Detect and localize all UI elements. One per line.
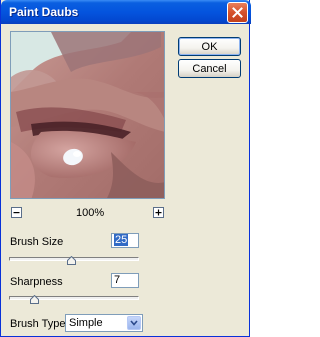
sharpness-input[interactable]: 7 xyxy=(111,273,139,288)
brush-size-slider-thumb[interactable] xyxy=(67,256,77,265)
brush-type-select[interactable]: Simple xyxy=(65,314,143,332)
brush-type-value: Simple xyxy=(69,317,103,329)
brush-size-value: 25 xyxy=(114,234,129,246)
zoom-level: 100% xyxy=(76,207,105,219)
cancel-label: Cancel xyxy=(192,62,227,75)
brush-size-label: Brush Size xyxy=(10,236,64,248)
chevron-down-icon xyxy=(130,320,138,326)
brush-size-input[interactable]: 25 xyxy=(111,233,139,248)
sharpness-value: 7 xyxy=(114,274,121,286)
zoom-out-button[interactable] xyxy=(11,207,22,218)
sharpness-slider-thumb[interactable] xyxy=(29,295,39,304)
minus-icon xyxy=(13,212,20,214)
preview-image xyxy=(11,32,164,198)
cancel-button[interactable]: Cancel xyxy=(178,59,241,78)
paint-daubs-dialog: Paint Daubs OK Cancel 100% Brush Size 25… xyxy=(0,0,251,337)
brush-type-label: Brush Type: xyxy=(10,318,69,330)
close-button[interactable] xyxy=(227,2,248,23)
ok-button[interactable]: OK xyxy=(178,37,241,56)
close-icon xyxy=(232,7,243,18)
sharpness-label: Sharpness xyxy=(10,276,63,288)
filter-preview[interactable] xyxy=(10,31,165,199)
window-title: Paint Daubs xyxy=(9,5,79,19)
plus-icon xyxy=(155,209,162,216)
zoom-in-button[interactable] xyxy=(153,207,164,218)
title-bar[interactable]: Paint Daubs xyxy=(1,0,251,24)
sharpness-track[interactable] xyxy=(9,296,139,300)
ok-label: OK xyxy=(201,40,218,53)
dropdown-button[interactable] xyxy=(127,316,141,330)
